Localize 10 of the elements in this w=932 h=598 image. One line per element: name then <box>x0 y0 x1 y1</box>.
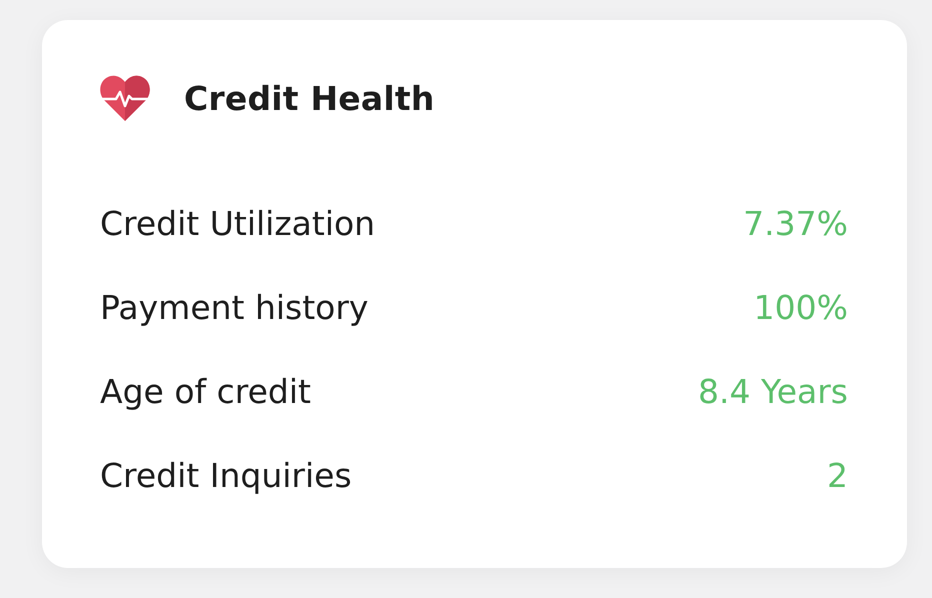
metric-value: 8.4 Years <box>698 372 848 410</box>
card-title: Credit Health <box>184 78 435 118</box>
metric-label: Credit Utilization <box>100 204 376 242</box>
metric-label: Payment history <box>100 288 368 326</box>
metric-value: 7.37% <box>743 204 848 242</box>
metric-value: 100% <box>754 288 848 326</box>
metric-value: 2 <box>827 456 848 494</box>
metric-label: Credit Inquiries <box>100 456 352 494</box>
heart-icon <box>100 75 150 121</box>
metric-label: Age of credit <box>100 372 311 410</box>
